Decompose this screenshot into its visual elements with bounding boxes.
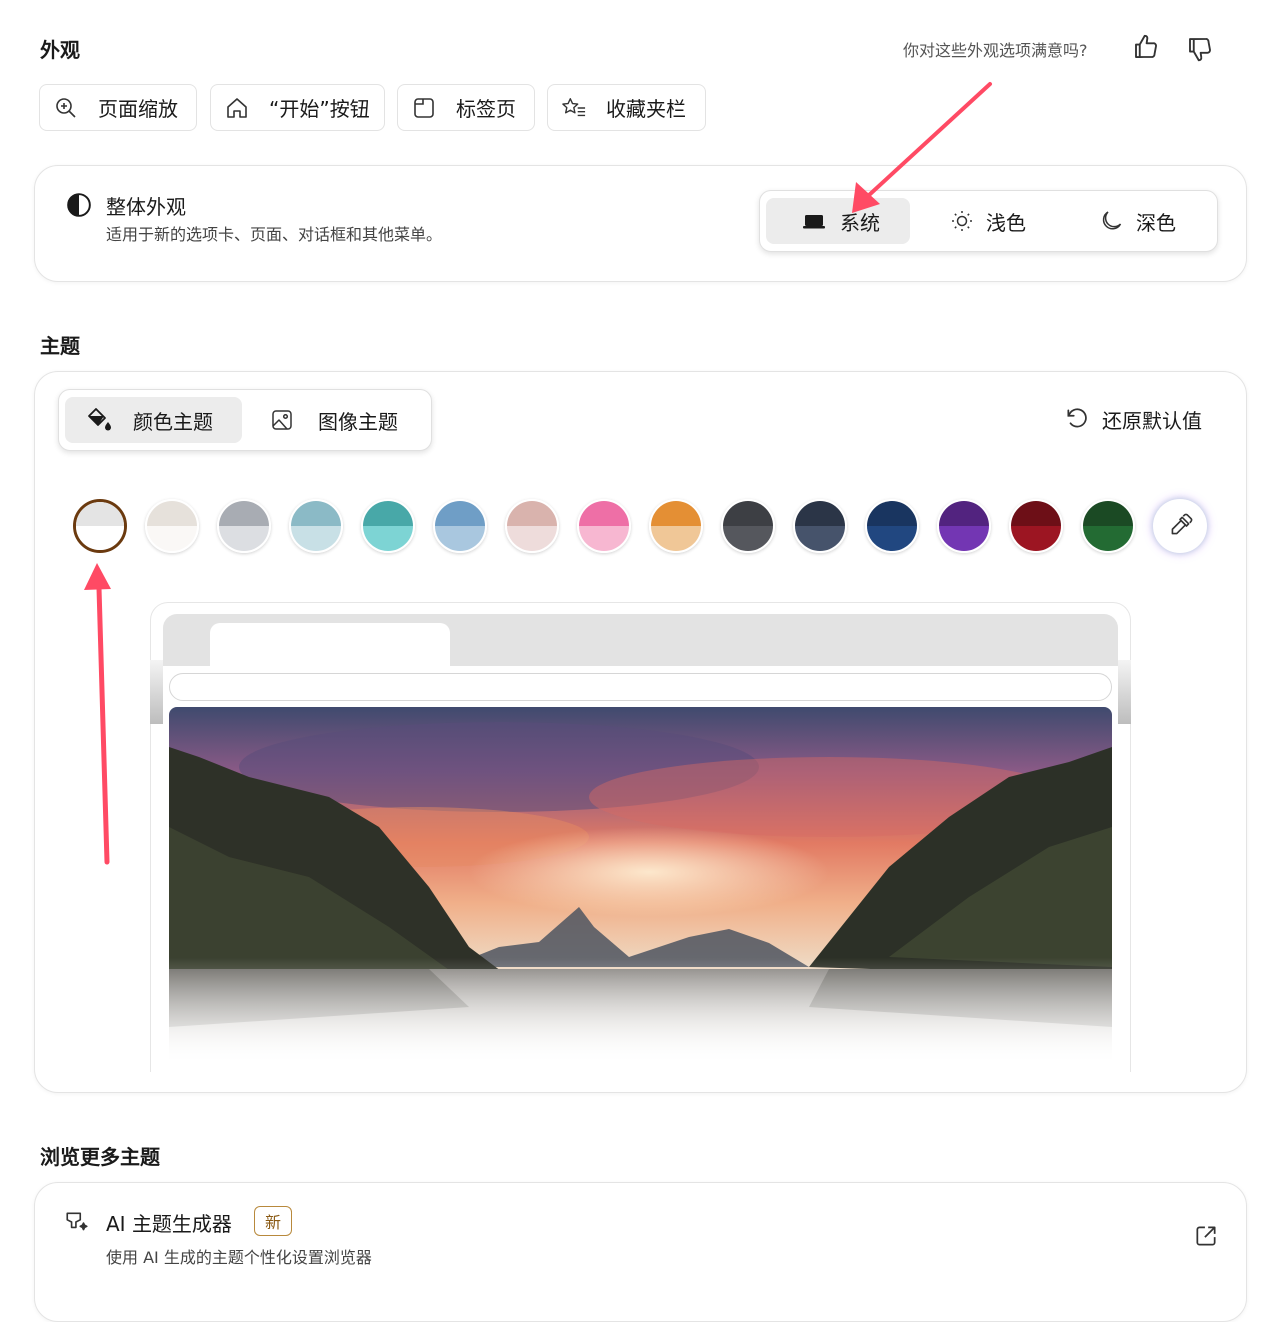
- annotation-arrow-mode: [852, 82, 992, 213]
- annotation-arrows: [84, 82, 992, 865]
- annotation-arrow-swatch: [84, 563, 111, 865]
